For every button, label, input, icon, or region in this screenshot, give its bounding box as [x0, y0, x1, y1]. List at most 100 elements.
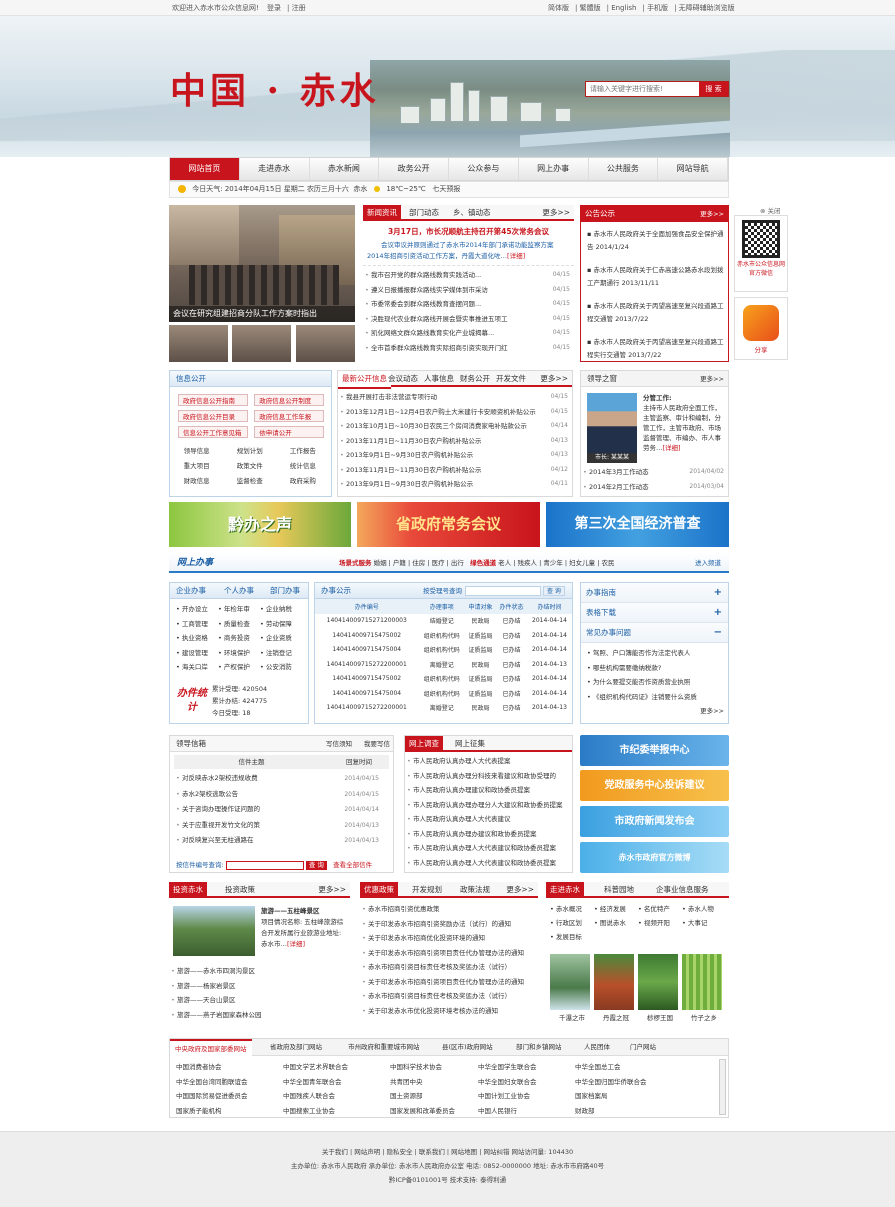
nav-participation[interactable]: 公众参与 — [449, 158, 519, 180]
intro-link[interactable]: • 赤水概况 — [550, 902, 594, 916]
business-item[interactable]: • 海关口岸 — [176, 660, 218, 675]
intro-link[interactable]: • 大事记 — [682, 916, 726, 930]
table-row[interactable]: 140414009715272200001 离婚登记 民政局 已办结 2014-04-1… — [315, 657, 572, 672]
press-conference-button[interactable]: 市政府新闻发布会 — [580, 806, 729, 837]
green-link[interactable]: 老人 — [498, 559, 511, 567]
notice-item[interactable]: ▪ 赤水市人民政府关于丙望高速至复兴段道路工程交通管 2013/7/22 — [587, 300, 724, 326]
intro-link[interactable]: • 视频开阳 — [638, 916, 682, 930]
green-link[interactable]: 农民 — [601, 559, 614, 567]
table-row[interactable]: 140414009715475004 组织机构代码 证质监局 已办结 2014-04-1… — [315, 686, 572, 701]
tab-docs[interactable]: 开发文件 — [496, 371, 526, 387]
info-feedback-button[interactable]: 信息公开工作意见箱 — [178, 426, 248, 438]
info-category[interactable]: 工作报告 — [276, 444, 329, 459]
list-item[interactable]: 市委常委会到群众路线教育查摆问题... 04/15 — [363, 297, 574, 312]
tab-links-town[interactable]: 部门和乡镇网站 — [516, 1039, 562, 1056]
thumbnail[interactable] — [169, 325, 228, 362]
discipline-report-button[interactable]: 市纪委举报中心 — [580, 735, 729, 766]
complaint-button[interactable]: 党政服务中心投诉建议 — [580, 770, 729, 801]
green-link[interactable]: 残疾人 — [518, 559, 538, 567]
list-item[interactable]: 2013年9月1日~9月30日农户购机补贴公示 04/11 — [338, 477, 572, 492]
mobile-link[interactable]: 手机版 — [647, 4, 668, 12]
friend-link[interactable]: 中华全国青年联合会 — [283, 1075, 390, 1090]
business-item[interactable]: • 年检年审 — [218, 602, 260, 617]
list-item[interactable]: 2013年11月1日~11月30日农户购机补贴公示 04/12 — [338, 463, 572, 478]
list-item[interactable]: 决胜现代农业群众路线开展会暨实事推进五项工 04/15 — [363, 312, 574, 327]
simplified-link[interactable]: 简体版 — [548, 4, 569, 12]
list-item[interactable]: 关于印发赤水市优化投资环境考核办法的通知 — [360, 1004, 538, 1019]
business-item[interactable]: • 劳动保障 — [260, 617, 302, 632]
intro-link[interactable]: • 经济发展 — [594, 902, 638, 916]
footer-links[interactable]: 关于我们 | 网站声明 | 隐私安全 | 联系我们 | 网站地图 | 网站纠错 … — [0, 1145, 895, 1159]
info-category[interactable]: 政策文件 — [223, 459, 276, 474]
business-item[interactable]: • 环境保护 — [218, 646, 260, 661]
list-item[interactable]: 关于印发赤水市招商优化投资环境的通知 — [360, 931, 538, 946]
business-item[interactable]: • 开办设立 — [176, 602, 218, 617]
search-input[interactable] — [586, 82, 699, 96]
business-item[interactable]: • 商务投资 — [218, 631, 260, 646]
intro-link[interactable]: • 行政区划 — [550, 916, 594, 930]
tab-links-county[interactable]: 县(区市)政府网站 — [442, 1039, 493, 1056]
list-item[interactable]: 旅游——燕子岩国家森林公园 — [169, 1008, 350, 1023]
tab-enterprise-info[interactable]: 企事业信息服务 — [656, 882, 709, 898]
weibo-button[interactable]: 赤水市政府官方微博 — [580, 842, 729, 873]
tab-enterprise[interactable]: 企业办事 — [176, 583, 206, 599]
list-item[interactable]: 关于应重视开发竹文化的策 2014/04/13 — [174, 818, 389, 834]
nav-site-nav[interactable]: 网站导航 — [658, 158, 728, 180]
info-category[interactable]: 重大项目 — [170, 459, 223, 474]
info-guide-button[interactable]: 政府信息公开指南 — [178, 394, 248, 406]
mailbox-query-button[interactable]: 查 询 — [305, 861, 327, 870]
info-category[interactable]: 领导信息 — [170, 444, 223, 459]
write-letter-link[interactable]: 我要写信 — [364, 736, 390, 752]
list-item[interactable]: 对反映赤水2架校违规收费 2014/04/15 — [174, 771, 389, 787]
scenic-detail-link[interactable]: [详细] — [287, 940, 305, 948]
tab-invest-policy[interactable]: 投资政策 — [225, 882, 255, 898]
info-category[interactable]: 财政信息 — [170, 474, 223, 489]
tab-links-central[interactable]: 中央政府及国家部委网站 — [170, 1039, 252, 1058]
news-more-link[interactable]: 更多>> — [542, 205, 570, 221]
enter-channel-link[interactable]: 进入频道 — [695, 553, 721, 573]
list-item[interactable]: 关于印发赤水市招商引资项目责任代办管理办法的通知 — [360, 975, 538, 990]
guide-item[interactable]: 办事指南 + — [581, 583, 728, 603]
friend-link[interactable]: 中华全国总工会 — [575, 1060, 675, 1075]
traditional-link[interactable]: 繁體版 — [580, 4, 601, 12]
tab-news[interactable]: 新闻资讯 — [363, 205, 401, 221]
list-item[interactable]: 旅游——杨家岩景区 — [169, 979, 350, 994]
list-item[interactable]: 赤水市招商引资目标责任考核及奖惩办法（试行） — [360, 989, 538, 1004]
tab-intro[interactable]: 走进赤水 — [546, 882, 584, 898]
search-button[interactable]: 搜 索 — [699, 82, 728, 96]
list-item[interactable]: 市人民政府认真办理人大代表建议和政协委员提案 — [405, 856, 572, 871]
news-detail-link[interactable]: [详细] — [507, 252, 525, 260]
mailbox-notice-link[interactable]: 写信须知 — [326, 736, 352, 752]
list-item[interactable]: 市人民政府认真办理人大代表建议和政协委员提案 — [405, 841, 572, 856]
list-item[interactable]: 赤水2架校逃歌公告 2014/04/15 — [174, 787, 389, 803]
list-item[interactable]: 旅游——天台山景区 — [169, 993, 350, 1008]
scene-link[interactable]: 医疗 — [432, 559, 445, 567]
list-item[interactable]: 市人民政府认真办理人大代表提案 — [405, 754, 572, 769]
notice-item[interactable]: ▪ 赤水市人民政府关于全面加强食品安全保护通告 2014/1/24 — [587, 228, 724, 254]
table-row[interactable]: 140414009715271200003 结婚登记 民政局 已办结 2014-04-1… — [315, 614, 572, 629]
friend-link[interactable]: 中国计划工业协会 — [478, 1089, 575, 1104]
guide-item[interactable]: 表格下载 + — [581, 603, 728, 623]
faq-item[interactable]: • 哪些机构需要缴纳税款? — [587, 661, 724, 676]
business-item[interactable]: • 质量检查 — [218, 617, 260, 632]
guide-item[interactable]: 常见办事问题 − — [581, 623, 728, 643]
scene-link[interactable]: 户籍 — [393, 559, 406, 567]
list-item[interactable]: 2013年10月1日~10月30日农民三个房间消费家电补贴款公示 04/14 — [338, 419, 572, 434]
friend-link[interactable]: 中国搜索工业协会 — [283, 1104, 390, 1119]
list-item[interactable]: 2013年11月1日~11月30日农户购机补贴公示 04/13 — [338, 434, 572, 449]
list-item[interactable]: 旅游——赤水市四洞沟景区 — [169, 964, 350, 979]
tab-survey[interactable]: 网上调查 — [405, 736, 443, 752]
list-item[interactable]: 关于印发赤水市招商引资奖励办法（试行）的通知 — [360, 917, 538, 932]
tab-meeting[interactable]: 会议动态 — [388, 371, 418, 387]
friend-link[interactable]: 中国消费者协会 — [176, 1060, 283, 1075]
business-item[interactable]: • 产权保护 — [218, 660, 260, 675]
list-item[interactable]: 我县开展打击非法营运专项行动 04/15 — [338, 390, 572, 405]
publicity-query-button[interactable]: 查 询 — [543, 586, 565, 596]
business-item[interactable]: • 建设管理 — [176, 646, 218, 661]
business-item[interactable]: • 企业资质 — [260, 631, 302, 646]
intro-link[interactable]: • 赤水人物 — [682, 902, 726, 916]
green-link[interactable]: 青少年 — [543, 559, 563, 567]
info-apply-button[interactable]: 依申请公开 — [254, 426, 325, 438]
scenic-image[interactable] — [173, 906, 255, 956]
info-category[interactable]: 监督检查 — [223, 474, 276, 489]
